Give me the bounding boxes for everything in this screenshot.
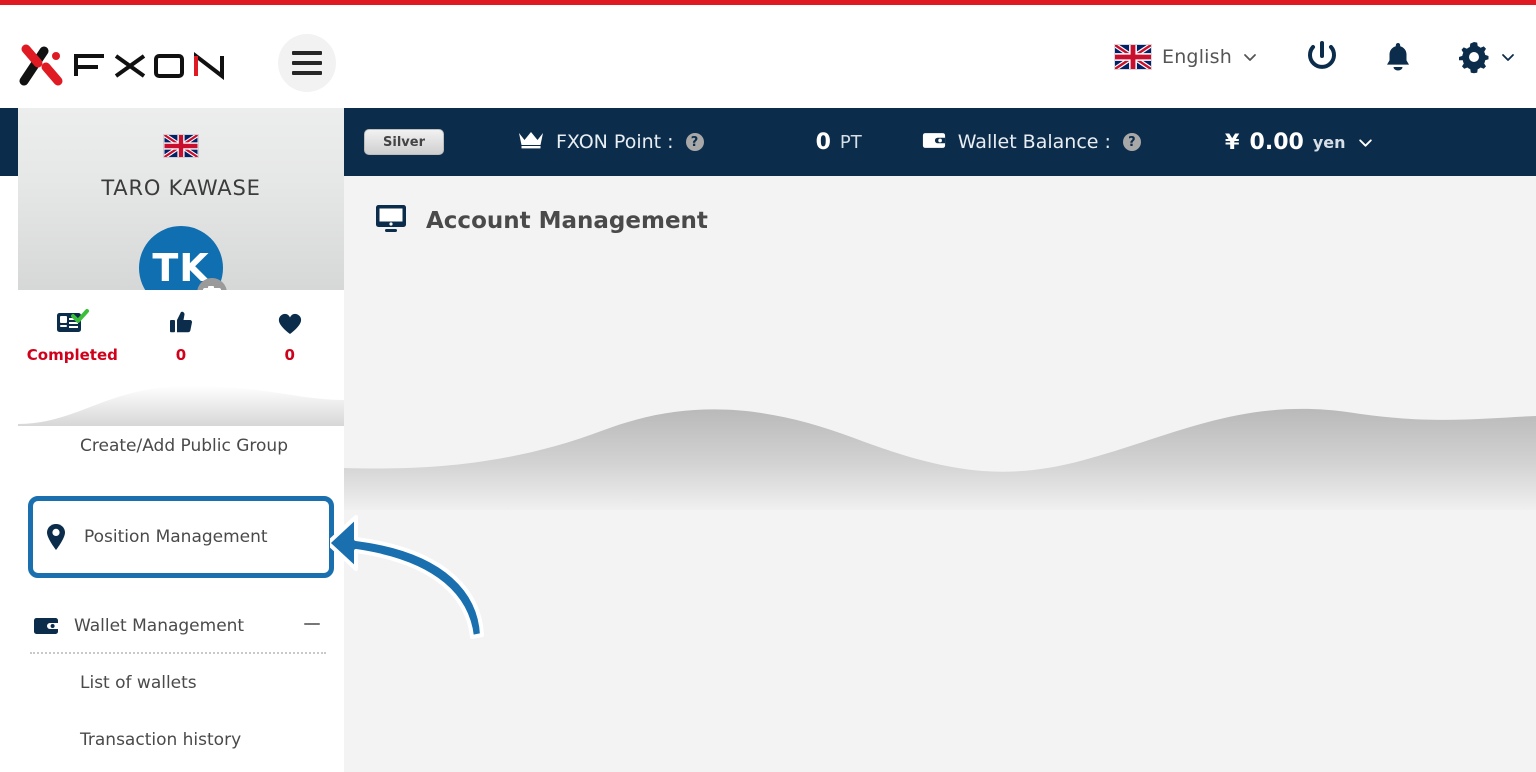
chevron-down-icon[interactable] [1242,49,1258,65]
hamburger-line [292,71,322,75]
language-selector[interactable]: English [1113,43,1258,70]
fxon-logo[interactable] [18,37,238,89]
profile-stats: Completed 0 0 [18,290,344,370]
wallet-balance-label: Wallet Balance : [957,131,1111,153]
fxon-logo-wordmark [74,51,224,80]
header-actions: English [1113,5,1516,108]
uk-flag-icon [163,134,199,158]
menu-icon[interactable] [278,34,336,92]
main-content: Silver FXON Point : ? 0 PT Wallet Balanc… [344,108,1536,772]
currency-symbol: ¥ [1224,130,1240,154]
annotation-arrow [330,515,484,639]
wallet-balance-unit: yen [1312,132,1346,152]
crown-glyph [519,132,543,149]
fxon-point-unit: PT [839,131,862,153]
wallet-glyph [922,132,945,148]
sidebar-menu-lower: Wallet Management List of wallets Transa… [18,600,344,768]
wallet-balance-value-group[interactable]: ¥ 0.00 yen [1225,130,1375,155]
app-window: English TARO KAWASE TK Completed 0 0 Cre… [0,0,1536,772]
chevron-down-icon[interactable] [1500,49,1516,65]
fxon-point-group: FXON Point : ? [518,130,704,154]
stat-label: Completed [26,346,118,364]
monitor-icon [374,203,408,239]
page-title: Account Management [426,208,708,234]
id-card-verified-icon [18,308,127,338]
id-card-glyph [57,309,90,332]
account-status-bar: Silver FXON Point : ? 0 PT Wallet Balanc… [344,108,1536,176]
uk-flag-icon [1113,43,1152,70]
stat-completed[interactable]: Completed [18,308,127,364]
fxon-logo-mark [19,44,63,86]
thumbs-up-icon [127,308,236,338]
wallet-glyph [34,618,58,634]
sidebar-item-label: Position Management [84,527,268,547]
heart-glyph [278,313,301,334]
sidebar-item-label: Create/Add Public Group [80,436,289,456]
stat-label: 0 [284,346,295,364]
sidebar-profile: TARO KAWASE TK [18,108,344,310]
sidebar-menu: Create/Add Public Group [18,420,344,472]
sidebar-item-wallet-management[interactable]: Wallet Management [18,600,344,652]
stat-favorites[interactable]: 0 [235,308,344,364]
wallet-balance-group: Wallet Balance : ? [922,131,1141,154]
help-icon[interactable]: ? [685,133,704,151]
thumbs-up-glyph [170,311,193,333]
gear-glyph [1459,41,1489,73]
stat-likes[interactable]: 0 [127,308,236,364]
chevron-down-icon[interactable] [1357,134,1374,151]
settings-menu[interactable] [1448,31,1516,83]
notification-bell-icon[interactable] [1372,31,1424,83]
fxon-point-value: 0 [815,129,831,155]
tier-badge[interactable]: Silver [364,129,444,155]
language-label: English [1161,45,1232,68]
statusbar-left-strip [0,108,18,176]
minus-icon[interactable] [302,614,322,639]
fxon-point-value-group: 0 PT [816,130,862,155]
heart-icon [235,308,344,338]
hamburger-line [292,61,322,65]
page-header: Account Management [374,203,708,239]
power-icon[interactable] [1296,31,1348,83]
wallet-icon [922,131,946,154]
sidebar-item-transaction-history[interactable]: Transaction history [18,711,344,768]
sidebar-item-list-of-wallets[interactable]: List of wallets [18,654,344,711]
bell-glyph [1387,42,1409,70]
left-sidebar: TARO KAWASE TK Completed 0 0 Create/Add … [18,108,344,772]
sidebar-item-label: Transaction history [80,729,242,750]
monitor-glyph [376,205,406,232]
sidebar-item-position-management[interactable]: Position Management [28,496,334,578]
user-name: TARO KAWASE [101,176,261,200]
crown-icon [518,130,544,154]
content-wave-decoration [344,408,1536,510]
sidebar-item-label: Wallet Management [74,616,245,636]
minus-glyph [304,622,320,625]
help-icon[interactable]: ? [1122,133,1141,151]
wallet-icon [18,616,74,636]
power-glyph [1308,40,1336,69]
fxon-point-label: FXON Point : [556,131,674,153]
location-pin-icon [28,523,84,551]
wallet-balance-value: 0.00 [1249,129,1304,155]
sidebar-item-label: List of wallets [80,672,197,693]
location-pin-glyph [47,524,65,550]
app-header: English [0,5,1536,108]
hamburger-line [292,51,322,55]
stat-label: 0 [175,346,187,364]
gear-icon[interactable] [1448,31,1500,83]
sidebar-item-create-add-public-group[interactable]: Create/Add Public Group [18,420,344,472]
